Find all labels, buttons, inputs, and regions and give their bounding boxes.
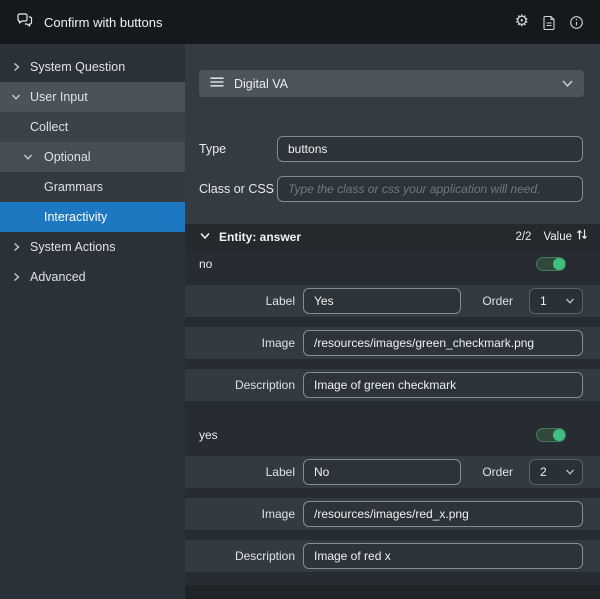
description-input[interactable] bbox=[303, 543, 583, 569]
entity-title: Entity: answer bbox=[219, 230, 302, 244]
chevron-down-icon bbox=[566, 469, 574, 475]
chevron-down-icon bbox=[566, 298, 574, 304]
sort-arrows-icon bbox=[576, 228, 588, 246]
sidebar-item-interactivity[interactable]: Interactivity bbox=[0, 202, 185, 232]
sidebar-item-user-input[interactable]: User Input bbox=[0, 82, 185, 112]
image-field-label: Image bbox=[261, 507, 295, 521]
bottom-strip bbox=[185, 585, 600, 599]
order-select[interactable]: 2 bbox=[529, 459, 583, 485]
chevron-down-icon[interactable] bbox=[199, 228, 211, 246]
type-field-label: Type bbox=[199, 142, 227, 156]
entry-name: yes bbox=[199, 428, 218, 442]
label-order-row: Label Order 2 bbox=[185, 456, 600, 488]
image-input[interactable] bbox=[303, 330, 583, 356]
description-row: Description bbox=[185, 540, 600, 572]
order-select[interactable]: 1 bbox=[529, 288, 583, 314]
chevron-down-icon bbox=[23, 154, 33, 160]
description-input[interactable] bbox=[303, 372, 583, 398]
sidebar-item-advanced[interactable]: Advanced bbox=[0, 262, 185, 292]
sidebar-item-label: Collect bbox=[30, 120, 69, 134]
css-field-label: Class or CSS bbox=[199, 182, 275, 196]
sidebar-item-label: User Input bbox=[30, 90, 88, 104]
channel-dropdown[interactable]: Digital VA bbox=[199, 70, 584, 97]
sidebar-item-label: Interactivity bbox=[44, 210, 108, 224]
info-icon[interactable] bbox=[569, 15, 584, 30]
label-field-label: Label bbox=[265, 294, 295, 308]
chevron-right-icon bbox=[14, 272, 20, 282]
description-field-label: Description bbox=[234, 549, 295, 563]
description-row: Description bbox=[185, 369, 600, 401]
sidebar-item-label: System Actions bbox=[30, 240, 116, 254]
entity-header-right: 2/2 Value bbox=[515, 228, 588, 246]
toggle-knob bbox=[553, 429, 565, 441]
sidebar-item-label: Grammars bbox=[44, 180, 104, 194]
chat-bubbles-icon bbox=[16, 12, 34, 33]
label-field-label: Label bbox=[265, 465, 295, 479]
image-row: Image bbox=[185, 327, 600, 359]
top-bar: Confirm with buttons ⚙ bbox=[0, 0, 600, 44]
label-input[interactable] bbox=[303, 459, 461, 485]
chevron-right-icon bbox=[14, 242, 20, 252]
image-row: Image bbox=[185, 498, 600, 530]
page-title: Confirm with buttons bbox=[44, 14, 163, 30]
type-input[interactable] bbox=[277, 136, 583, 162]
description-field-label: Description bbox=[234, 378, 295, 392]
entity-count: 2/2 bbox=[515, 231, 532, 243]
gear-icon[interactable]: ⚙ bbox=[515, 14, 529, 30]
image-field-label: Image bbox=[261, 336, 295, 350]
entry-header: yes bbox=[185, 421, 600, 449]
sort-label: Value bbox=[543, 231, 572, 243]
toggle-knob bbox=[553, 258, 565, 270]
order-field-label: Order bbox=[482, 465, 513, 479]
entity-values-list: no Label Order 1 Image bbox=[185, 250, 600, 599]
entity-value-block-yes: yes Label Order 2 Image bbox=[185, 421, 600, 572]
sidebar-tree: System Question User Input Collect Optio… bbox=[0, 44, 185, 599]
sort-by-value-button[interactable]: Value bbox=[543, 228, 588, 246]
sidebar-item-system-question[interactable]: System Question bbox=[0, 52, 185, 82]
sidebar-item-grammars[interactable]: Grammars bbox=[0, 172, 185, 202]
type-field-row: Type bbox=[199, 136, 583, 162]
entry-enabled-toggle[interactable] bbox=[536, 428, 566, 442]
entity-header: Entity: answer 2/2 Value bbox=[185, 224, 600, 250]
sidebar-item-collect[interactable]: Collect bbox=[0, 112, 185, 142]
order-field-label: Order bbox=[482, 294, 513, 308]
channel-dropdown-value: Digital VA bbox=[234, 76, 288, 91]
entity-value-block-no: no Label Order 1 Image bbox=[185, 250, 600, 401]
sidebar-item-label: Optional bbox=[44, 150, 91, 164]
chevron-right-icon bbox=[14, 62, 20, 72]
chevron-down-icon bbox=[11, 94, 21, 100]
label-input[interactable] bbox=[303, 288, 461, 314]
entry-name: no bbox=[199, 257, 213, 271]
sidebar-item-label: System Question bbox=[30, 60, 126, 74]
image-input[interactable] bbox=[303, 501, 583, 527]
css-field-row: Class or CSS bbox=[199, 176, 583, 202]
css-input[interactable] bbox=[277, 176, 583, 202]
layers-icon bbox=[209, 75, 225, 92]
sidebar-item-label: Advanced bbox=[30, 270, 86, 284]
top-bar-actions: ⚙ bbox=[515, 14, 584, 30]
entry-enabled-toggle[interactable] bbox=[536, 257, 566, 271]
sidebar-item-system-actions[interactable]: System Actions bbox=[0, 232, 185, 262]
order-select-value: 2 bbox=[540, 465, 547, 479]
label-order-row: Label Order 1 bbox=[185, 285, 600, 317]
main-panel: Digital VA Type Class or CSS Entity: ans… bbox=[185, 44, 600, 599]
app-window: Confirm with buttons ⚙ System Question U… bbox=[0, 0, 600, 599]
sidebar-item-optional[interactable]: Optional bbox=[0, 142, 185, 172]
order-select-value: 1 bbox=[540, 294, 547, 308]
chevron-down-icon bbox=[561, 77, 574, 91]
entry-header: no bbox=[185, 250, 600, 278]
document-icon[interactable] bbox=[542, 15, 556, 30]
